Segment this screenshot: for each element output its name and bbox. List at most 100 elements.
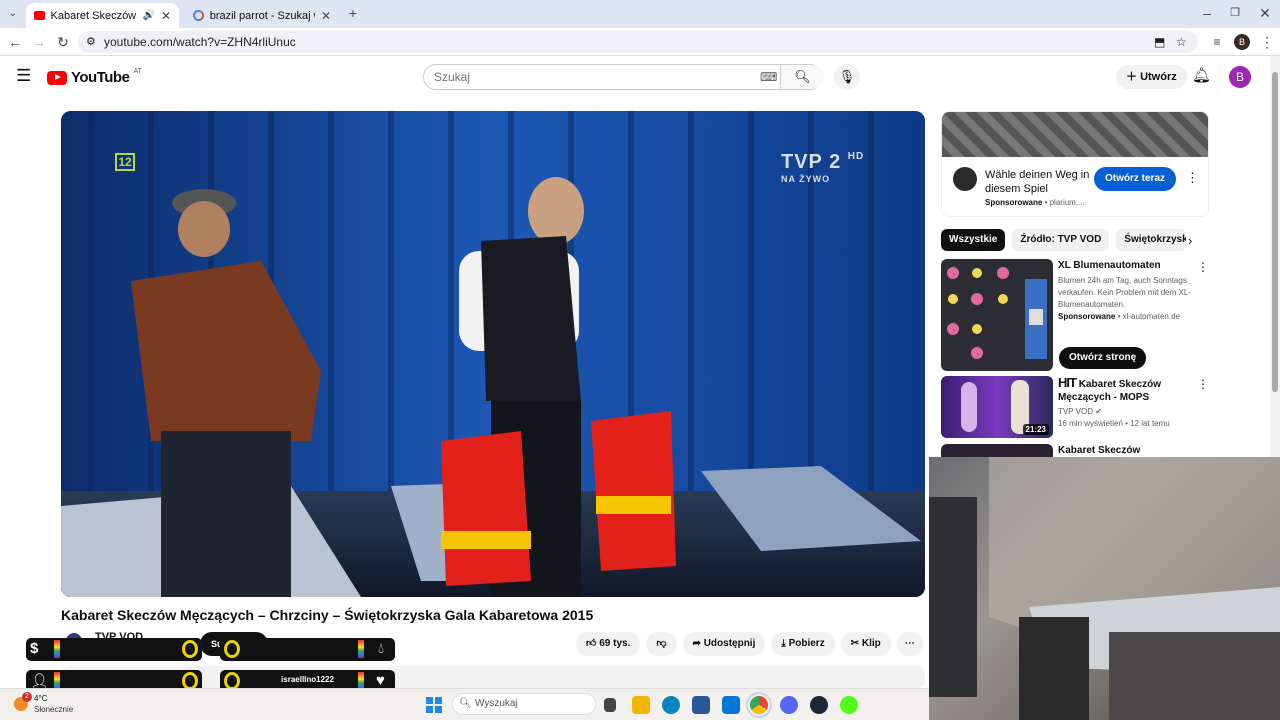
minimize-icon[interactable]: – bbox=[1198, 4, 1216, 22]
address-bar-row: ← → ↻ ⚙ youtube.com/watch?v=ZHN4rliUnuc … bbox=[0, 28, 1280, 56]
speaker-icon: 🔊 bbox=[142, 10, 155, 21]
video-thumbnail bbox=[941, 444, 1053, 457]
weather-temp[interactable]: 4°C bbox=[34, 694, 47, 703]
filter-chips: Wszystkie Źródło: TVP VOD Świętokrzyska … bbox=[941, 229, 1187, 251]
back-icon[interactable]: ← bbox=[6, 33, 24, 51]
video-actions: 👍︎ 69 tys. 👎︎ ➦ Udostępnij ⤓ Pobierz ✂ K… bbox=[576, 632, 923, 656]
file-explorer-icon[interactable] bbox=[632, 696, 650, 714]
drop-icon: 💧︎ bbox=[378, 640, 385, 657]
share-button[interactable]: ➦ Udostępnij bbox=[682, 632, 766, 656]
edge-icon[interactable] bbox=[662, 696, 680, 714]
store-icon[interactable] bbox=[692, 696, 710, 714]
like-count: 69 tys. bbox=[599, 638, 631, 649]
sponsored-ad-card[interactable]: Wähle deinen Weg in diesem Spiel Otwórz … bbox=[941, 111, 1209, 217]
item-title: HIT Kabaret Skeczów Męczących - MOPS bbox=[1058, 376, 1193, 404]
keyboard-icon[interactable]: ⌨ bbox=[760, 70, 777, 84]
close-window-icon[interactable]: ✕ bbox=[1256, 4, 1274, 22]
webcam-overlay bbox=[929, 457, 1280, 720]
windows-start-icon[interactable] bbox=[426, 697, 442, 713]
chips-next-chevron-icon[interactable]: › bbox=[1188, 233, 1192, 248]
overlay-username: israelllno1222 bbox=[281, 675, 334, 684]
hd-badge: HD bbox=[847, 151, 865, 162]
clip-label: Klip bbox=[861, 638, 881, 649]
notifications-bell-icon[interactable]: 🔔︎ bbox=[1192, 66, 1211, 84]
item-meta: 16 mln wyświetleń • 12 lat temu bbox=[1058, 419, 1170, 428]
user-avatar[interactable]: B bbox=[1229, 66, 1251, 88]
menu-kebab-icon[interactable]: ⋮ bbox=[1258, 33, 1276, 51]
item-channel-name: TVP VOD bbox=[1058, 407, 1093, 416]
related-video-item[interactable]: 21:23 HIT Kabaret Skeczów Męczących - MO… bbox=[941, 376, 1211, 438]
page-scrollbar[interactable] bbox=[1270, 56, 1280, 458]
tab-youtube[interactable]: Kabaret Skeczów Męczących 🔊 ✕ bbox=[26, 3, 179, 28]
tab-google[interactable]: brazil parrot - Szukaj w Google ✕ bbox=[185, 3, 339, 28]
reload-icon[interactable]: ↻ bbox=[54, 33, 72, 51]
clip-button[interactable]: ✂ Klip bbox=[840, 632, 891, 656]
tab-search-chevron-icon[interactable]: ⌄ bbox=[4, 5, 22, 23]
sponsored-list-item[interactable]: XL Blumenautomaten Blumen 24h am Tag, au… bbox=[941, 259, 1211, 371]
outlook-icon[interactable] bbox=[722, 696, 740, 714]
tvp2-logo: TVP 2 HD NA ŻYWO bbox=[781, 151, 864, 184]
chip-source[interactable]: Źródło: TVP VOD bbox=[1012, 229, 1110, 251]
task-view-icon[interactable] bbox=[604, 698, 616, 712]
ad-more-icon[interactable]: ⋮ bbox=[1186, 170, 1199, 186]
item-meta: Sponsorowane • xl-automaten.de bbox=[1058, 311, 1193, 323]
create-button[interactable]: ＋ Utwórz bbox=[1116, 65, 1187, 89]
voice-search-button[interactable]: 🎙︎ bbox=[834, 64, 860, 90]
open-page-button[interactable]: Otwórz stronę bbox=[1059, 347, 1147, 369]
overlay-bar-donation: $ bbox=[26, 638, 202, 661]
ad-cta-button[interactable]: Otwórz teraz bbox=[1094, 167, 1177, 191]
item-more-icon[interactable]: ⋮ bbox=[1197, 260, 1209, 274]
logo-text: YouTube bbox=[71, 69, 130, 86]
dislike-button[interactable]: 👎︎ bbox=[646, 632, 677, 656]
item-title: Kabaret Skeczów Męczących - bbox=[1058, 445, 1141, 456]
discord-icon[interactable] bbox=[780, 696, 798, 714]
ad-sponsored-label: Sponsorowane bbox=[985, 198, 1043, 207]
chip-gala[interactable]: Świętokrzyska G bbox=[1116, 229, 1187, 251]
close-tab-icon[interactable]: ✕ bbox=[161, 9, 171, 23]
duration-badge: 21:23 bbox=[1022, 424, 1049, 435]
restore-icon[interactable]: ❐ bbox=[1226, 4, 1244, 22]
search-box: ⌨ 🔍︎ bbox=[423, 64, 824, 90]
streaming-app-icon[interactable] bbox=[840, 696, 858, 714]
item-info: HIT Kabaret Skeczów Męczących - MOPS TVP… bbox=[1058, 376, 1193, 430]
video-player[interactable]: 12 TVP 2 HD NA ŻYWO bbox=[61, 111, 925, 597]
notification-badge: 2 bbox=[22, 692, 32, 702]
item-more-icon[interactable]: ⋮ bbox=[1197, 377, 1209, 391]
steam-icon[interactable] bbox=[810, 696, 828, 714]
item-domain: xl-automaten.de bbox=[1122, 312, 1180, 321]
search-icon: 🔍︎ bbox=[459, 698, 472, 709]
more-actions-button[interactable]: ⋯ bbox=[896, 632, 923, 656]
hit-prefix: HIT bbox=[1058, 375, 1077, 390]
chip-all[interactable]: Wszystkie bbox=[941, 229, 1006, 251]
chrome-icon[interactable] bbox=[746, 692, 772, 718]
hamburger-menu-icon[interactable]: ☰ bbox=[16, 66, 31, 86]
mops-thumbnail: 21:23 bbox=[941, 376, 1053, 438]
microphone-icon: 🎙︎ bbox=[838, 69, 856, 84]
youtube-logo[interactable]: YouTube AT bbox=[47, 68, 142, 86]
rainbow-strip bbox=[358, 640, 364, 658]
thumbs-up-icon: 👍︎ bbox=[586, 638, 600, 649]
site-info-icon[interactable]: ⚙ bbox=[86, 31, 96, 53]
close-tab-icon[interactable]: ✕ bbox=[321, 9, 331, 23]
download-button[interactable]: ⤓ Pobierz bbox=[771, 632, 835, 656]
thumbs-down-icon: 👎︎ bbox=[656, 638, 667, 649]
weather-condition[interactable]: Słonecznie bbox=[34, 705, 73, 714]
channel-12-logo: 12 bbox=[115, 153, 135, 171]
google-favicon-icon bbox=[193, 10, 204, 21]
search-input[interactable] bbox=[424, 65, 724, 89]
search-button[interactable]: 🔍︎ bbox=[780, 65, 824, 89]
like-button[interactable]: 👍︎ 69 tys. bbox=[576, 632, 641, 656]
new-tab-button[interactable]: + bbox=[344, 4, 362, 22]
dollar-icon: $ bbox=[30, 640, 39, 657]
reading-list-icon[interactable]: ≡ bbox=[1208, 33, 1226, 51]
taskbar-search[interactable]: 🔍︎ Wyszukaj bbox=[452, 693, 596, 715]
yellow-arc-icon bbox=[182, 640, 198, 658]
install-icon[interactable]: ⬒ bbox=[1154, 31, 1165, 53]
video-title: Kabaret Skeczów Męczących – Chrzciny – Ś… bbox=[61, 607, 594, 623]
related-video-item[interactable]: Kabaret Skeczów Męczących - bbox=[941, 444, 1211, 457]
tvp2-text: TVP 2 bbox=[781, 151, 842, 173]
profile-avatar[interactable]: B bbox=[1234, 34, 1250, 50]
url-field[interactable]: ⚙ youtube.com/watch?v=ZHN4rliUnuc ⬒ ☆ bbox=[78, 31, 1198, 53]
bookmark-star-icon[interactable]: ☆ bbox=[1176, 31, 1187, 53]
item-description: Blumen 24h am Tag, auch Sonntags verkauf… bbox=[1058, 276, 1191, 309]
